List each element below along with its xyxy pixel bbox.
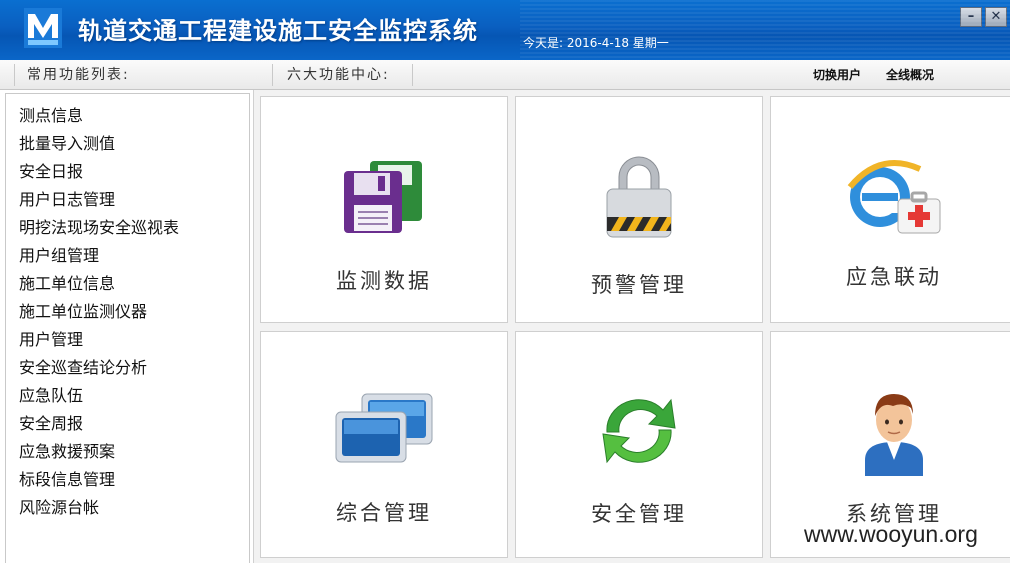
monitors-icon [335, 393, 433, 463]
switch-user-link[interactable]: 切换用户 [813, 60, 861, 90]
toolbar-divider [14, 64, 15, 86]
floppy-disk-icon [344, 161, 422, 233]
sidebar-item[interactable]: 明挖法现场安全巡视表 [6, 216, 249, 244]
app-logo-icon [24, 8, 62, 48]
sidebar-item[interactable]: 风险源台帐 [6, 496, 249, 524]
tile-integrated-management[interactable]: 综合管理 [260, 331, 508, 558]
sidebar-item[interactable]: 应急队伍 [6, 384, 249, 412]
tile-monitoring-data[interactable]: 监测数据 [260, 96, 508, 323]
sidebar-item[interactable]: 应急救援预案 [6, 440, 249, 468]
sidebar-item[interactable]: 用户组管理 [6, 244, 249, 272]
sidebar: 测点信息 批量导入测值 安全日报 用户日志管理 明挖法现场安全巡视表 用户组管理… [5, 93, 250, 563]
tile-safety-management[interactable]: 安全管理 [515, 331, 763, 558]
toolbar-divider [412, 64, 413, 86]
sidebar-item[interactable]: 用户日志管理 [6, 188, 249, 216]
sidebar-item[interactable]: 用户管理 [6, 328, 249, 356]
toolbar: 常用功能列表: 六大功能中心: 切换用户 全线概况 [0, 60, 1010, 90]
sidebar-item[interactable]: 安全巡查结论分析 [6, 356, 249, 384]
sidebar-item[interactable]: 批量导入测值 [6, 132, 249, 160]
title-bar: 轨道交通工程建设施工安全监控系统 今天是: 2016-4-18 星期一 – ✕ [0, 0, 1010, 60]
function-center-label: 六大功能中心: [287, 67, 390, 83]
sidebar-item[interactable]: 施工单位信息 [6, 272, 249, 300]
refresh-arrows-icon [602, 398, 676, 464]
tile-alert-management[interactable]: 预警管理 [515, 96, 763, 323]
app-title: 轨道交通工程建设施工安全监控系统 [78, 17, 478, 45]
sidebar-item[interactable]: 标段信息管理 [6, 468, 249, 496]
tile-label: 应急联动 [846, 265, 942, 289]
function-grid: 监测数据 预警管理 应急联动 综合管理 安全管理 系统管理 [253, 90, 1010, 563]
watermark-text: www.wooyun.org [804, 521, 978, 547]
tile-label: 监测数据 [336, 269, 432, 293]
sidebar-item[interactable]: 施工单位监测仪器 [6, 300, 249, 328]
date-display: 今天是: 2016-4-18 星期一 [523, 36, 669, 50]
sidebar-list: 测点信息 批量导入测值 安全日报 用户日志管理 明挖法现场安全巡视表 用户组管理… [6, 94, 249, 524]
tile-emergency-linkage[interactable]: 应急联动 [770, 96, 1010, 323]
sidebar-item[interactable]: 安全周报 [6, 412, 249, 440]
minimize-button[interactable]: – [960, 7, 982, 27]
tile-label: 安全管理 [591, 502, 687, 526]
toolbar-divider [272, 64, 273, 86]
sidebar-item[interactable]: 安全日报 [6, 160, 249, 188]
close-button[interactable]: ✕ [985, 7, 1007, 27]
tile-label: 预警管理 [591, 273, 687, 297]
sidebar-item[interactable]: 测点信息 [6, 104, 249, 132]
overview-link[interactable]: 全线概况 [886, 60, 934, 90]
padlock-icon [606, 156, 672, 238]
browser-first-aid-icon [847, 160, 941, 234]
common-functions-label: 常用功能列表: [27, 67, 130, 83]
tile-label: 综合管理 [336, 501, 432, 525]
user-avatar-icon [865, 394, 923, 476]
